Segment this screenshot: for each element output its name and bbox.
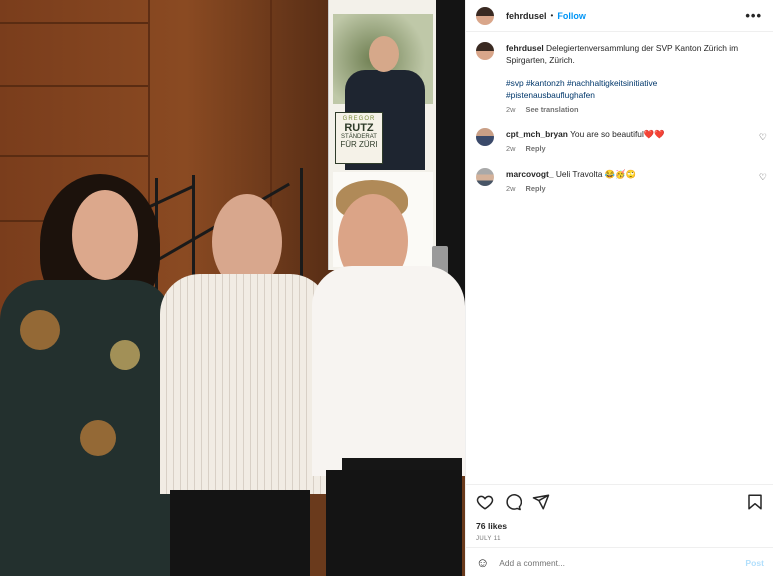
post-header: fehrdusel • Follow •••: [466, 0, 773, 32]
author-username[interactable]: fehrdusel: [506, 11, 547, 21]
emoji-icon[interactable]: ☺: [476, 555, 489, 570]
comment-like-heart-icon[interactable]: ♡: [759, 172, 767, 183]
person-man-glasses: [312, 180, 465, 576]
comment-age: 2w: [506, 184, 516, 193]
commenter-avatar[interactable]: [476, 168, 494, 186]
add-comment-input[interactable]: [499, 557, 730, 568]
bookmark-icon[interactable]: [746, 493, 764, 511]
caption-meta: 2w See translation: [506, 104, 766, 116]
comment-username[interactable]: cpt_mch_bryan: [506, 129, 568, 139]
hashtags-line[interactable]: #pistenausbauflughafen: [506, 89, 766, 101]
wall-plank: [0, 85, 150, 87]
share-icon[interactable]: [532, 493, 550, 511]
comment-item: marcovogt_ Ueli Travolta 😂🥳🙄 2w Reply ♡: [476, 168, 771, 195]
comment-username[interactable]: marcovogt_: [506, 169, 553, 179]
post-photo: GREGOR RUTZ STÄNDERAT FÜR ZÜRI: [0, 0, 465, 576]
action-icons: [476, 493, 550, 511]
caption-age: 2w: [506, 105, 516, 114]
comment-text: Ueli Travolta 😂🥳🙄: [555, 169, 636, 179]
add-comment-bar: ☺ Post: [466, 547, 773, 576]
comment-item: cpt_mch_bryan You are so beautiful❤️❤️ 2…: [476, 128, 771, 155]
follow-button[interactable]: Follow: [557, 11, 586, 21]
commenter-avatar[interactable]: [476, 128, 494, 146]
comment-age: 2w: [506, 144, 516, 153]
caption-username[interactable]: fehrdusel: [506, 43, 544, 53]
hashtags-line[interactable]: #svp #kantonzh #nachhaltigkeitsinitiativ…: [506, 77, 766, 89]
post-sidebar: fehrdusel • Follow ••• fehrdusel Delegie…: [465, 0, 773, 576]
reply-button[interactable]: Reply: [526, 144, 546, 153]
comment-text: You are so beautiful❤️❤️: [570, 129, 665, 139]
post-actions: 76 likes JULY 11 ☺ Post: [466, 484, 773, 576]
comment-like-heart-icon[interactable]: ♡: [759, 132, 767, 143]
wall-plank: [0, 22, 150, 24]
header-separator: •: [550, 11, 554, 20]
person-older-man: [160, 190, 330, 576]
heart-icon[interactable]: [476, 493, 494, 511]
comment-text-block: marcovogt_ Ueli Travolta 😂🥳🙄 2w Reply: [506, 168, 746, 195]
comment-icon[interactable]: [504, 493, 522, 511]
comment-text-block: cpt_mch_bryan You are so beautiful❤️❤️ 2…: [506, 128, 746, 155]
banner-line4: FÜR ZÜRI: [340, 140, 378, 149]
author-avatar[interactable]: [476, 42, 494, 60]
caption-text-block: fehrdusel Delegiertenversammlung der SVP…: [506, 42, 766, 116]
comment-meta: 2w Reply: [506, 143, 746, 155]
wall-plank: [0, 155, 150, 157]
reply-button[interactable]: Reply: [526, 184, 546, 193]
author-avatar[interactable]: [476, 6, 494, 25]
post-date: JULY 11: [476, 536, 501, 542]
banner-nameplate: GREGOR RUTZ STÄNDERAT FÜR ZÜRI: [335, 112, 383, 164]
post-caption: fehrdusel Delegiertenversammlung der SVP…: [476, 42, 766, 116]
comment-meta: 2w Reply: [506, 183, 746, 195]
hashtags[interactable]: #svp #kantonzh #nachhaltigkeitsinitiativ…: [506, 77, 766, 101]
post-comment-button[interactable]: Post: [745, 558, 764, 568]
see-translation-link[interactable]: See translation: [526, 105, 579, 114]
person-woman: [0, 170, 180, 576]
banner-line2: RUTZ: [344, 122, 374, 134]
more-options-icon[interactable]: •••: [745, 8, 762, 23]
likes-count[interactable]: 76 likes: [476, 521, 507, 531]
